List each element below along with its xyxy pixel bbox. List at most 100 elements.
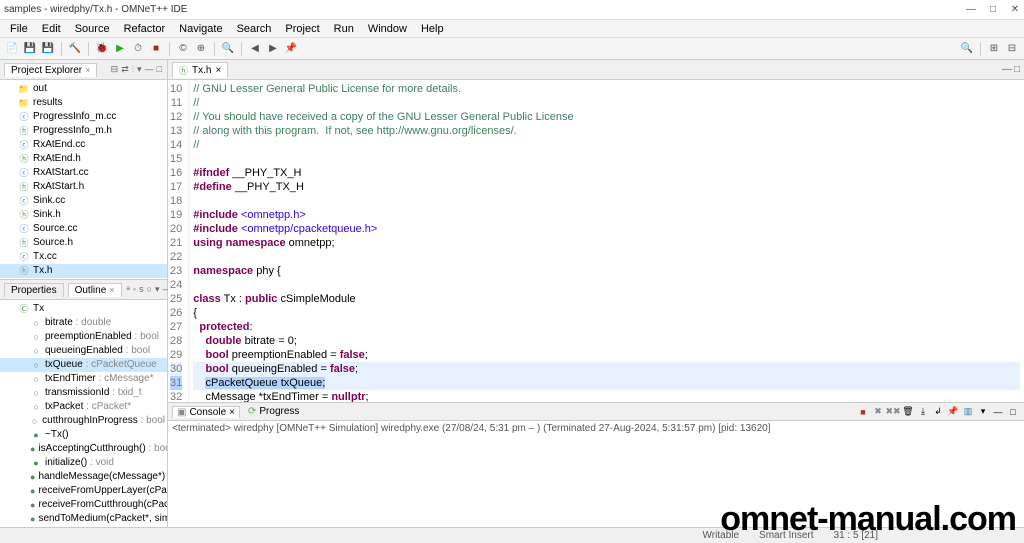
close-icon[interactable]: × — [85, 65, 90, 75]
outline-item[interactable]: ○txEndTimer : cMessage* — [0, 372, 167, 386]
new-icon[interactable]: 📄 — [4, 41, 20, 57]
open-type-icon[interactable]: ⊕ — [193, 41, 209, 57]
outline-item[interactable]: ●handleMessage(cMessage*) : void — [0, 470, 167, 484]
code-line[interactable]: protected: — [193, 320, 1020, 334]
forward-icon[interactable]: ▶ — [265, 41, 281, 57]
tree-item[interactable]: ⓒRxAtEnd.cc — [0, 138, 167, 152]
editor-tab-txh[interactable]: ⓗ Tx.h × — [172, 62, 228, 78]
menu-navigate[interactable]: Navigate — [173, 23, 228, 35]
code-line[interactable]: class Tx : public cSimpleModule — [193, 292, 1020, 306]
tree-item[interactable]: ⓗSink.h — [0, 208, 167, 222]
code-line[interactable]: // along with this program. If not, see … — [193, 124, 1020, 138]
outline-item[interactable]: ○bitrate : double — [0, 316, 167, 330]
minimize-icon[interactable]: — — [1002, 64, 1012, 75]
project-explorer-tab[interactable]: Project Explorer × — [4, 63, 97, 77]
debug-icon[interactable]: 🐞 — [94, 41, 110, 57]
code-line[interactable]: double bitrate = 0; — [193, 334, 1020, 348]
remove-icon[interactable]: ✖ — [871, 405, 885, 419]
open-console-icon[interactable]: ▾ — [976, 405, 990, 419]
tree-item[interactable]: ⓒSink.cc — [0, 194, 167, 208]
back-icon[interactable]: ◀ — [247, 41, 263, 57]
menu-file[interactable]: File — [4, 23, 34, 35]
display-icon[interactable]: ▥ — [961, 405, 975, 419]
minimize-icon[interactable]: — — [991, 405, 1005, 419]
maximize-icon[interactable]: □ — [1014, 64, 1020, 75]
tree-item[interactable]: ⓗTx.h — [0, 264, 167, 278]
outline-item[interactable]: ●receiveFromUpperLayer(cPacket*) : void — [0, 484, 167, 498]
code-line[interactable] — [193, 194, 1020, 208]
tree-item[interactable]: 📁out — [0, 82, 167, 96]
outline-tab[interactable]: Outline × — [68, 283, 122, 297]
clear-icon[interactable]: 🗑 — [901, 405, 915, 419]
code-line[interactable]: #include <omnetpp/cpacketqueue.h> — [193, 222, 1020, 236]
quick-access-icon[interactable]: 🔍 — [959, 41, 975, 57]
code-body[interactable]: // GNU Lesser General Public License for… — [189, 80, 1024, 402]
tree-item[interactable]: ⓒTx.cc — [0, 250, 167, 264]
remove-all-icon[interactable]: ✖✖ — [886, 405, 900, 419]
code-line[interactable]: // — [193, 138, 1020, 152]
menu-search[interactable]: Search — [231, 23, 278, 35]
code-line[interactable]: #define __PHY_TX_H — [193, 180, 1020, 194]
outline-item[interactable]: ●isAcceptingCutthrough() : bool — [0, 442, 167, 456]
maximize-icon[interactable]: □ — [156, 64, 163, 75]
hide-nonpublic-icon[interactable]: ○ — [146, 284, 153, 295]
code-line[interactable]: cMessage *txEndTimer = nullptr; — [193, 390, 1020, 402]
pin-icon[interactable]: 📌 — [283, 41, 299, 57]
outline-item[interactable]: ●receiveFromCutthrough(cPacket*) : void — [0, 498, 167, 512]
wrap-icon[interactable]: ↲ — [931, 405, 945, 419]
collapse-all-icon[interactable]: ⊟ — [110, 64, 120, 75]
tree-item[interactable]: ⓗProgressInfo_m.h — [0, 124, 167, 138]
minimize-icon[interactable]: — — [144, 64, 155, 75]
outline-item[interactable]: ●~Tx() — [0, 428, 167, 442]
new-class-icon[interactable]: © — [175, 41, 191, 57]
code-line[interactable]: #include <omnetpp.h> — [193, 208, 1020, 222]
pin-icon[interactable]: 📌 — [946, 405, 960, 419]
outline-item[interactable]: ○txPacket : cPacket* — [0, 400, 167, 414]
outline-item[interactable]: ○cutthroughInProgress : bool — [0, 414, 167, 428]
perspective-sim-icon[interactable]: ⊟ — [1004, 41, 1020, 57]
menu-window[interactable]: Window — [362, 23, 413, 35]
sort-icon[interactable]: ᵃ — [126, 284, 131, 295]
outline-item[interactable]: ●sendTxUpdateToMedium(cPacket*) — [0, 526, 167, 527]
link-editor-icon[interactable]: ⇄ — [120, 64, 130, 75]
close-icon[interactable]: × — [109, 285, 114, 295]
tree-item[interactable]: ⓒProgressInfo_m.cc — [0, 110, 167, 124]
maximize-icon[interactable]: □ — [1006, 405, 1020, 419]
outline-item[interactable]: ○txQueue : cPacketQueue — [0, 358, 167, 372]
progress-tab[interactable]: ⟳ Progress — [244, 406, 303, 417]
outline-item[interactable]: ●sendToMedium(cPacket*, simtime_t) — [0, 512, 167, 526]
outline-item[interactable]: ○queueingEnabled : bool — [0, 344, 167, 358]
code-line[interactable]: using namespace omnetpp; — [193, 236, 1020, 250]
view-menu-icon[interactable]: ▾ — [136, 64, 143, 75]
close-button[interactable]: ✕ — [1010, 4, 1020, 15]
terminate-icon[interactable]: ■ — [856, 405, 870, 419]
code-line[interactable] — [193, 278, 1020, 292]
tree-item[interactable]: ⓒSource.cc — [0, 222, 167, 236]
profile-icon[interactable]: ⏱ — [130, 41, 146, 57]
tree-item[interactable]: 📁results — [0, 96, 167, 110]
tree-item[interactable]: ⓗRxAtEnd.h — [0, 152, 167, 166]
minimize-button[interactable]: — — [966, 4, 976, 15]
maximize-button[interactable]: □ — [988, 4, 998, 15]
code-line[interactable]: bool preemptionEnabled = false; — [193, 348, 1020, 362]
code-line[interactable] — [193, 250, 1020, 264]
code-line[interactable]: { — [193, 306, 1020, 320]
console-tab[interactable]: ▣ Console × — [172, 406, 240, 418]
code-line[interactable]: // You should have received a copy of th… — [193, 110, 1020, 124]
tree-item[interactable]: ⓒRxAtStart.cc — [0, 166, 167, 180]
code-line[interactable]: // GNU Lesser General Public License for… — [193, 82, 1020, 96]
filter-icon[interactable]: ⫶ — [131, 64, 135, 75]
menu-source[interactable]: Source — [69, 23, 116, 35]
hide-static-icon[interactable]: s — [138, 284, 145, 295]
menu-edit[interactable]: Edit — [36, 23, 67, 35]
scroll-lock-icon[interactable]: ⤓ — [916, 405, 930, 419]
close-icon[interactable]: × — [229, 407, 235, 418]
outline-item[interactable]: ●initialize() : void — [0, 456, 167, 470]
build-icon[interactable]: 🔨 — [67, 41, 83, 57]
run-icon[interactable]: ▶ — [112, 41, 128, 57]
hide-fields-icon[interactable]: ◦ — [132, 284, 137, 295]
outline-tree[interactable]: ⒸTx○bitrate : double○preemptionEnabled :… — [0, 300, 167, 527]
outline-item[interactable]: ⒸTx — [0, 302, 167, 316]
view-menu-icon[interactable]: ▾ — [154, 284, 161, 295]
properties-tab[interactable]: Properties — [4, 283, 64, 297]
